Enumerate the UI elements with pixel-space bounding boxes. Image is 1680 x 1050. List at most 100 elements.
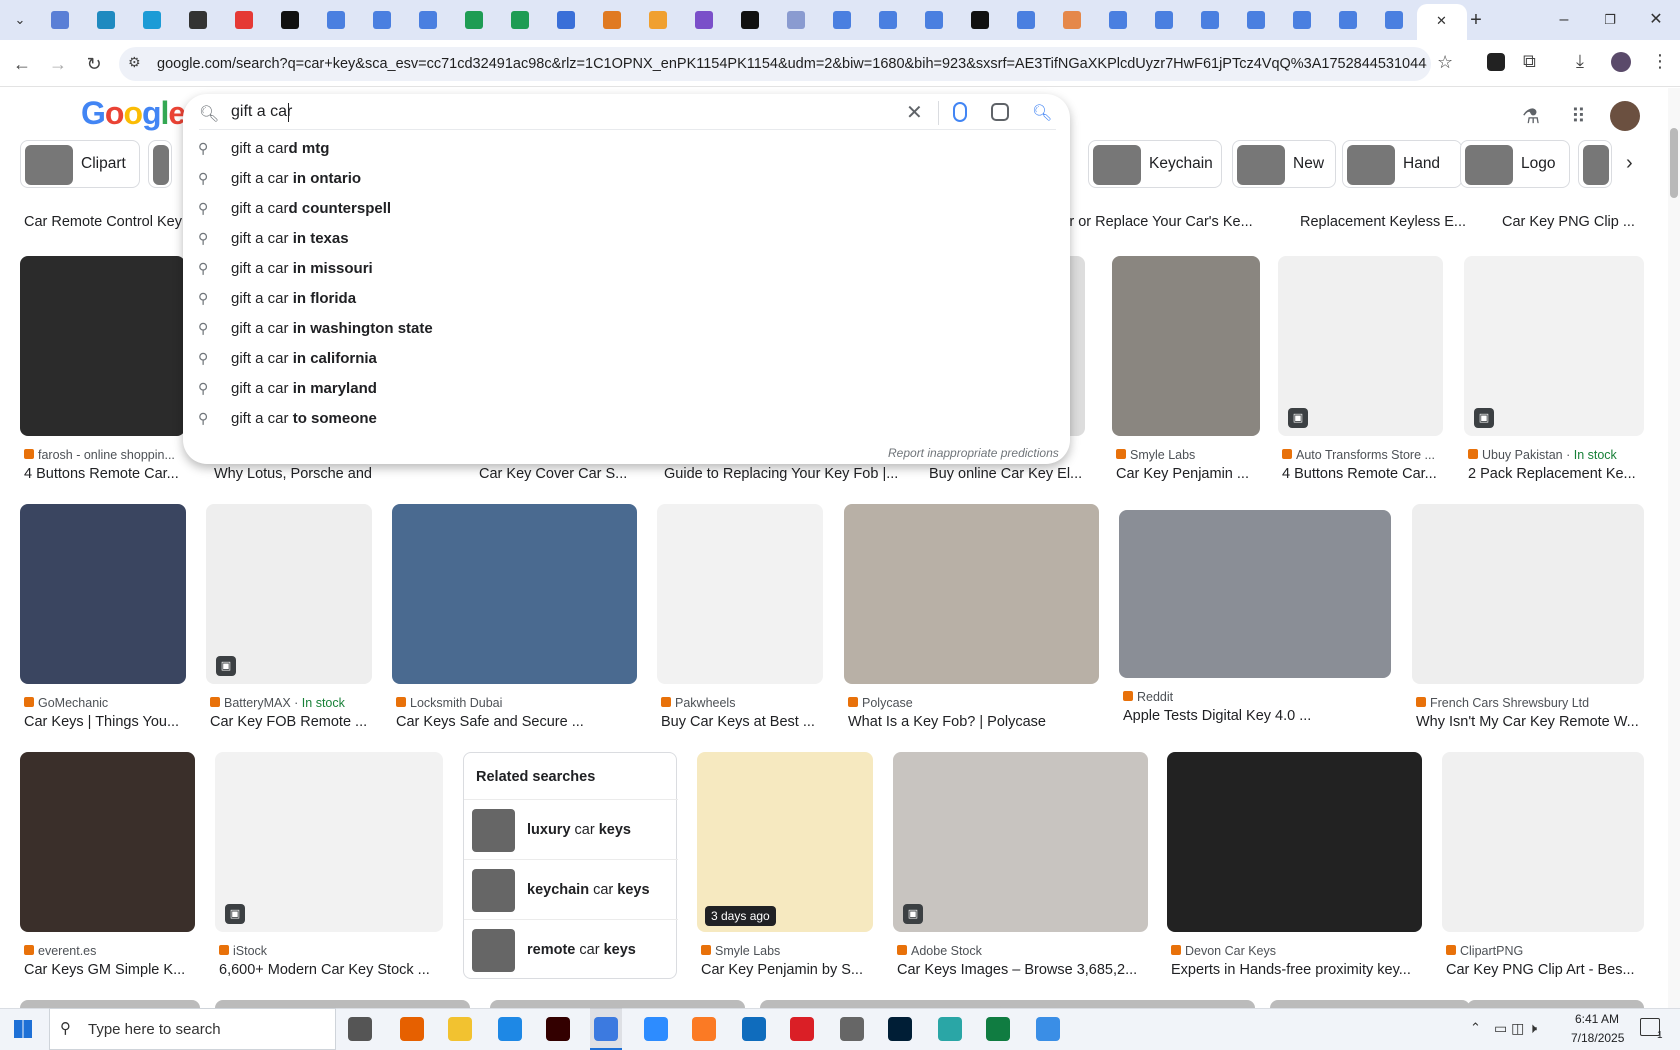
filter-chip[interactable]: Logo [1460,140,1570,188]
taskbar-search[interactable]: ⚲ Type here to search [49,1008,336,1050]
suggestion-item[interactable]: ⚲ gift a car in maryland [183,374,1070,404]
result-title[interactable]: Car Keys GM Simple K... [24,962,199,978]
result-title[interactable]: Car Keys Safe and Secure ... [396,714,641,730]
windows-start-icon[interactable] [14,1020,32,1038]
result-image[interactable] [1412,504,1644,684]
result-source[interactable]: Reddit [1123,690,1395,704]
forward-icon[interactable]: → [46,52,70,76]
result-image[interactable] [657,504,823,684]
tray-chevron-icon[interactable]: ⌃ [1470,1020,1481,1036]
result-image[interactable] [392,504,637,684]
tab-search-icon[interactable]: ⌄ [10,10,30,30]
result-source[interactable]: Locksmith Dubai [396,696,641,710]
result-source[interactable]: Smyle Labs [701,944,877,958]
extensions-puzzle-icon[interactable]: ⧉ [1523,51,1536,72]
result-image[interactable] [1270,1000,1470,1008]
download-icon[interactable]: ⤓ [1576,51,1584,72]
related-search-item[interactable]: keychain car keys [464,859,678,919]
result-source[interactable]: Auto Transforms Store ... [1282,448,1447,462]
result-title[interactable]: 4 Buttons Remote Car... [24,466,189,482]
restore-button[interactable]: ❐ [1596,8,1624,32]
result-image[interactable] [490,1000,745,1008]
result-title[interactable]: Buy online Car Key El... [929,466,1089,482]
result-source[interactable]: BatteryMAX · In stock [210,696,376,710]
tab-favicon-icon[interactable] [327,11,345,29]
tab-favicon-icon[interactable] [1063,11,1081,29]
filter-chip[interactable]: New [1232,140,1336,188]
result-source[interactable]: Polycase [848,696,1103,710]
xampp-icon[interactable] [692,1017,716,1041]
tab-favicon-icon[interactable] [189,11,207,29]
tab-favicon-icon[interactable] [235,11,253,29]
reload-icon[interactable]: ↻ [82,52,106,76]
related-search-item[interactable]: luxury car keys [464,799,678,859]
result-title[interactable]: pair or Replace Your Car's Ke... [1050,214,1260,230]
result-title[interactable]: Why Isn't My Car Key Remote W... [1416,714,1648,730]
photoshop-icon[interactable] [888,1017,912,1041]
result-title[interactable]: Car Key Penjamin by S... [701,962,877,978]
result-source[interactable]: Ubuy Pakistan · In stock [1468,448,1648,462]
result-source[interactable]: French Cars Shrewsbury Ltd [1416,696,1648,710]
app-icon[interactable] [938,1017,962,1041]
labs-flask-icon[interactable]: ⚗ [1522,104,1540,129]
paint-icon[interactable] [1036,1017,1060,1041]
vscode-icon[interactable] [498,1017,522,1041]
suggestion-item[interactable]: ⚲ gift a car in washington state [183,314,1070,344]
result-title[interactable]: Car Key FOB Remote ... [210,714,376,730]
search-input[interactable]: gift a car [231,103,292,121]
tab-favicon-icon[interactable] [603,11,621,29]
result-image[interactable] [215,1000,470,1008]
tab-favicon-icon[interactable] [1109,11,1127,29]
suggestion-item[interactable]: ⚲ gift a car in florida [183,284,1070,314]
bookmark-star-icon[interactable]: ☆ [1437,52,1453,73]
filter-chip[interactable]: Keychain [1088,140,1222,188]
tab-favicon-icon[interactable] [511,11,529,29]
filter-chip[interactable] [148,140,172,188]
result-source[interactable]: Adobe Stock [897,944,1152,958]
result-source[interactable]: GoMechanic [24,696,190,710]
result-image[interactable] [20,256,185,436]
tab-favicon-icon[interactable] [373,11,391,29]
result-image[interactable] [893,752,1148,932]
tab-favicon-icon[interactable] [879,11,897,29]
result-source[interactable]: Devon Car Keys [1171,944,1426,958]
result-image[interactable] [1000,1000,1255,1008]
zoom-icon[interactable] [644,1017,668,1041]
tab-favicon-icon[interactable] [741,11,759,29]
tab-favicon-icon[interactable] [97,11,115,29]
result-image[interactable] [20,752,195,932]
scrollbar-thumb[interactable] [1670,128,1678,198]
excel-icon[interactable] [986,1017,1010,1041]
result-source[interactable]: Pakwheels [661,696,827,710]
tab-favicon-icon[interactable] [649,11,667,29]
suggestion-item[interactable]: ⚲ gift a car in ontario [183,164,1070,194]
tab-favicon-icon[interactable] [1155,11,1173,29]
result-title[interactable]: Experts in Hands-free proximity key... [1171,962,1426,978]
apps-grid-icon[interactable]: ⠿ [1571,104,1586,129]
search-submit-icon[interactable]: 🔍︎ [1032,103,1052,123]
clear-search-icon[interactable]: ✕ [906,100,923,125]
site-info-icon[interactable]: ⚙ [128,54,141,71]
filter-chip[interactable] [1578,140,1612,188]
result-image[interactable] [844,504,1099,684]
menu-dots-icon[interactable]: ⋮ [1651,51,1669,72]
account-avatar[interactable] [1610,101,1640,131]
result-title[interactable]: Car Keys | Things You... [24,714,190,730]
result-image[interactable] [1119,510,1391,678]
tab-favicon-icon[interactable] [1017,11,1035,29]
result-title[interactable]: 6,600+ Modern Car Key Stock ... [219,962,447,978]
pen-tool-icon[interactable] [840,1017,864,1041]
tab-favicon-icon[interactable] [1339,11,1357,29]
illustrator-icon[interactable] [546,1017,570,1041]
result-image[interactable] [215,752,443,932]
result-title[interactable]: Car Remote Control Key ... [24,214,204,230]
result-title[interactable]: 4 Buttons Remote Car... [1282,466,1447,482]
tab-favicon-icon[interactable] [1247,11,1265,29]
back-icon[interactable]: ← [10,52,34,76]
voice-search-icon[interactable] [953,102,967,122]
tab-favicon-icon[interactable] [695,11,713,29]
google-logo[interactable]: Google [81,95,186,132]
suggestion-item[interactable]: ⚲ gift a car in missouri [183,254,1070,284]
tab-favicon-icon[interactable] [833,11,851,29]
result-title[interactable]: Car Key Penjamin ... [1116,466,1264,482]
